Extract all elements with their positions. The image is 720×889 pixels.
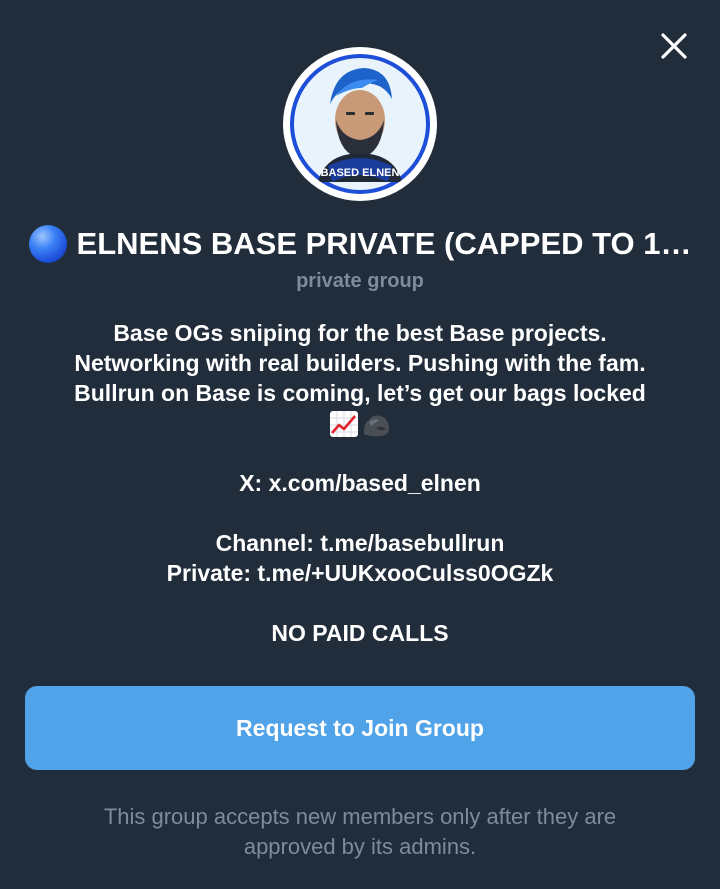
close-button[interactable] <box>652 24 696 68</box>
x-link[interactable]: X: x.com/based_elnen <box>0 468 720 498</box>
chart-increasing-icon <box>330 411 358 437</box>
join-group-dialog: BASED ELNEN ELNENS BASE PRIVATE (CAPPED … <box>0 0 720 889</box>
close-icon <box>661 33 687 59</box>
group-title: ELNENS BASE PRIVATE (CAPPED TO 1… <box>76 226 692 261</box>
emoji-row <box>0 410 720 438</box>
group-description: Base OGs sniping for the best Base proje… <box>0 318 720 648</box>
description-line: Bullrun on Base is coming, let’s get our… <box>74 380 646 406</box>
group-type-label: private group <box>296 270 424 292</box>
approval-notice-line: approved by its admins. <box>243 834 477 859</box>
description-line: Base OGs sniping for the best Base proje… <box>113 320 607 346</box>
rock-icon <box>363 415 390 437</box>
request-to-join-button[interactable]: Request to Join Group <box>25 686 695 770</box>
no-paid-calls-text: NO PAID CALLS <box>271 620 449 646</box>
group-avatar: BASED ELNEN <box>283 47 437 201</box>
approval-notice: This group accepts new members only afte… <box>0 802 720 862</box>
channel-link[interactable]: Channel: t.me/basebullrun <box>0 528 720 558</box>
approval-notice-line: This group accepts new members only afte… <box>103 804 617 829</box>
private-link[interactable]: Private: t.me/+UUKxooCulss0OGZk <box>0 558 720 588</box>
description-line: Networking with real builders. Pushing w… <box>74 350 646 376</box>
request-to-join-label: Request to Join Group <box>236 714 484 741</box>
group-avatar-image: BASED ELNEN <box>290 54 430 194</box>
group-title-row: ELNENS BASE PRIVATE (CAPPED TO 1… <box>0 222 720 266</box>
avatar-badge-text: BASED ELNEN <box>321 167 400 179</box>
blue-circle-icon <box>28 225 67 263</box>
